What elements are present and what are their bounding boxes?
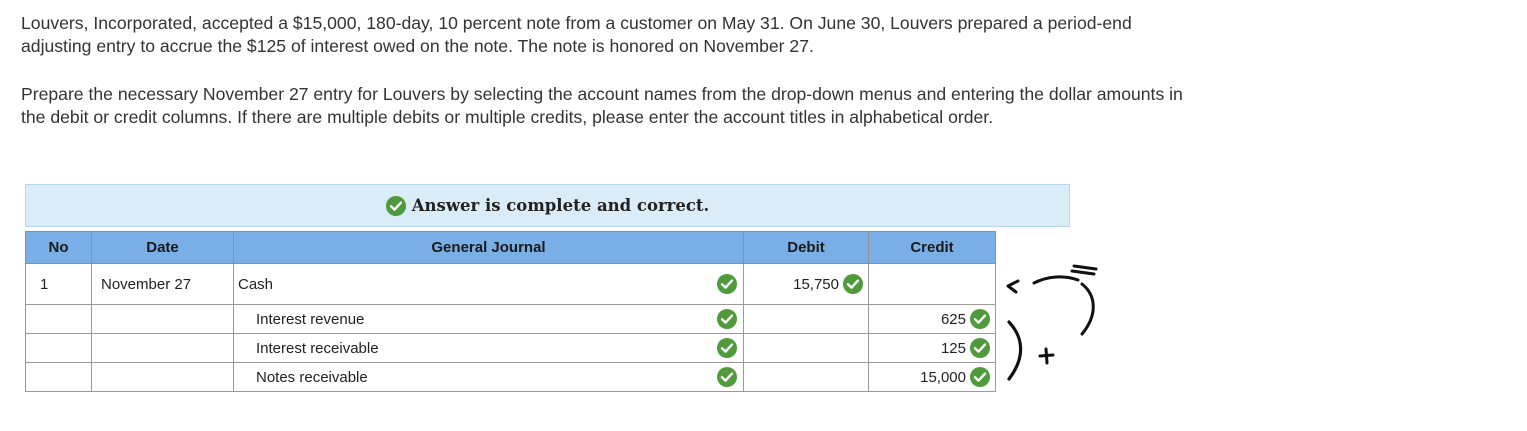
account-select-cell[interactable]: Notes receivable (233, 362, 744, 392)
debit-input-cell[interactable]: 15,750 (743, 263, 869, 305)
entry-date: November 27 (91, 263, 234, 305)
check-circle-icon (843, 274, 863, 294)
entry-date (91, 304, 234, 334)
account-name[interactable]: Interest revenue (234, 311, 364, 328)
table-header-row: No Date General Journal Debit Credit (25, 231, 996, 264)
column-header-credit: Credit (868, 231, 996, 264)
column-header-date: Date (91, 231, 234, 264)
credit-amount[interactable]: 625 (941, 311, 966, 328)
debit-input-cell[interactable] (743, 304, 869, 334)
general-journal-table: No Date General Journal Debit Credit 1 N… (25, 231, 996, 392)
debit-amount[interactable]: 15,750 (793, 276, 839, 293)
entry-number (25, 333, 92, 363)
credit-input-cell[interactable]: 15,000 (868, 362, 996, 392)
check-circle-icon (970, 367, 990, 387)
table-row: Interest receivable 125 (25, 333, 996, 363)
account-select-cell[interactable]: Interest receivable (233, 333, 744, 363)
answer-status-banner: Answer is complete and correct. (25, 184, 1070, 227)
account-select-cell[interactable]: Cash (233, 263, 744, 305)
credit-input-cell[interactable] (868, 263, 996, 305)
check-circle-icon (717, 274, 737, 294)
question-text: Louvers, Incorporated, accepted a $15,00… (21, 12, 1191, 129)
check-circle-icon (385, 195, 406, 216)
handwritten-annotation (1006, 264, 1098, 381)
check-circle-icon (717, 338, 737, 358)
table-row: 1 November 27 Cash 15,750 (25, 263, 996, 305)
account-name[interactable]: Notes receivable (234, 369, 368, 386)
debit-input-cell[interactable] (743, 362, 869, 392)
debit-input-cell[interactable] (743, 333, 869, 363)
credit-input-cell[interactable]: 625 (868, 304, 996, 334)
credit-amount[interactable]: 15,000 (920, 369, 966, 386)
credit-amount[interactable]: 125 (941, 340, 966, 357)
entry-date (91, 362, 234, 392)
account-select-cell[interactable]: Interest revenue (233, 304, 744, 334)
credit-input-cell[interactable]: 125 (868, 333, 996, 363)
check-circle-icon (970, 338, 990, 358)
entry-number: 1 (25, 263, 92, 305)
column-header-no: No (25, 231, 92, 264)
entry-number (25, 304, 92, 334)
answer-status-text: Answer is complete and correct. (411, 196, 710, 215)
column-header-general-journal: General Journal (233, 231, 744, 264)
account-name[interactable]: Interest receivable (234, 340, 379, 357)
entry-date (91, 333, 234, 363)
entry-number (25, 362, 92, 392)
check-circle-icon (717, 309, 737, 329)
table-row: Notes receivable 15,000 (25, 362, 996, 392)
account-name[interactable]: Cash (234, 276, 273, 293)
check-circle-icon (970, 309, 990, 329)
column-header-debit: Debit (743, 231, 869, 264)
question-paragraph-1: Louvers, Incorporated, accepted a $15,00… (21, 13, 1132, 56)
table-row: Interest revenue 625 (25, 304, 996, 334)
question-paragraph-2: Prepare the necessary November 27 entry … (21, 84, 1183, 127)
check-circle-icon (717, 367, 737, 387)
